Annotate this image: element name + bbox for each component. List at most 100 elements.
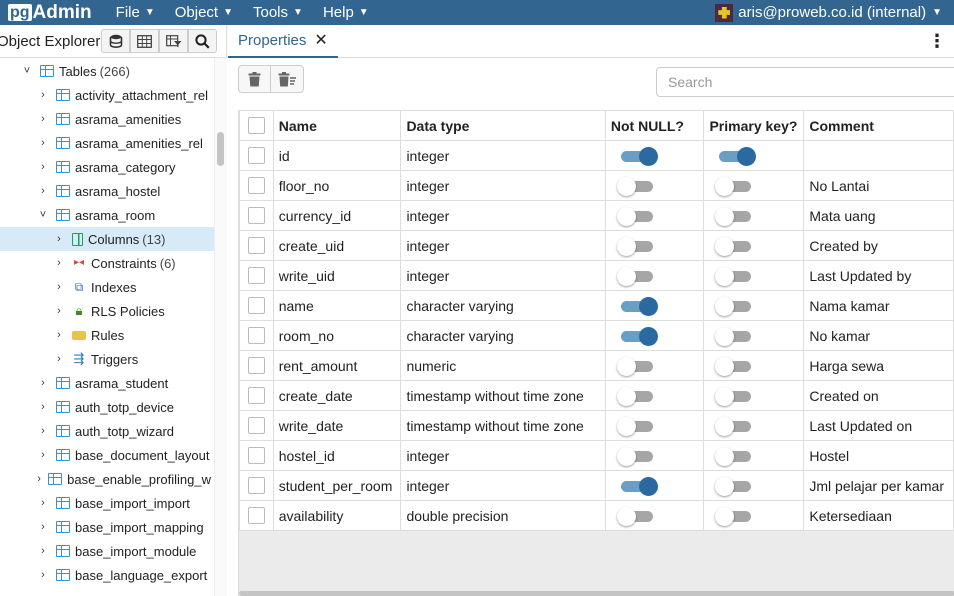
table-row[interactable]: create_date timestamp without time zone Cr… <box>239 380 954 411</box>
row-checkbox[interactable] <box>248 267 265 284</box>
table-row[interactable]: currency_id integer Mata uang <box>239 200 954 231</box>
table-row[interactable]: availability double precision Ketersediaan <box>239 500 954 531</box>
menu-object[interactable]: Object ▼ <box>175 4 233 21</box>
chevron-right-icon[interactable]: › <box>52 281 66 293</box>
chevron-right-icon[interactable]: › <box>52 233 66 245</box>
chevron-right-icon[interactable]: › <box>52 257 66 269</box>
chevron-right-icon[interactable]: › <box>36 449 50 461</box>
tree-item[interactable]: ˅ Tables (266) <box>0 59 214 83</box>
chevron-right-icon[interactable]: › <box>52 329 66 341</box>
menu-file[interactable]: File ▼ <box>116 4 155 21</box>
header-primary-key[interactable]: Primary key? <box>703 110 805 141</box>
chevron-right-icon[interactable]: › <box>36 569 50 581</box>
user-menu[interactable]: aris@proweb.co.id (internal) ▼ <box>715 0 942 25</box>
header-not-null[interactable]: Not NULL? <box>604 110 705 141</box>
row-checkbox[interactable] <box>248 447 265 464</box>
chevron-right-icon[interactable]: › <box>36 545 50 557</box>
primary-key-toggle[interactable] <box>715 325 755 347</box>
row-checkbox[interactable] <box>248 477 265 494</box>
chevron-right-icon[interactable]: › <box>52 353 66 365</box>
close-icon[interactable]: ✕ <box>314 30 327 50</box>
tree-item[interactable]: › base_import_module <box>0 539 214 563</box>
primary-key-toggle[interactable] <box>715 145 757 167</box>
filtered-rows-button[interactable] <box>159 29 188 53</box>
tree-item[interactable]: › base_language_export <box>0 563 214 587</box>
tree-item[interactable]: ˅ asrama_room <box>0 203 214 227</box>
tree-item[interactable]: › auth_totp_device <box>0 395 214 419</box>
row-checkbox[interactable] <box>248 207 265 224</box>
not-null-toggle[interactable] <box>616 385 657 407</box>
menu-tools[interactable]: Tools ▼ <box>253 4 303 21</box>
row-checkbox[interactable] <box>248 237 265 254</box>
chevron-right-icon[interactable]: › <box>36 113 50 125</box>
primary-key-toggle[interactable] <box>715 235 755 257</box>
tree-item[interactable]: › base_enable_profiling_w <box>0 467 214 491</box>
tree-item[interactable]: › auth_totp_wizard <box>0 419 214 443</box>
menu-help[interactable]: Help ▼ <box>323 4 369 21</box>
search-objects-button[interactable] <box>188 29 217 53</box>
table-row[interactable]: id integer <box>239 140 954 171</box>
primary-key-toggle[interactable] <box>715 475 755 497</box>
query-tool-button[interactable] <box>101 29 130 53</box>
not-null-toggle[interactable] <box>616 355 657 377</box>
table-row[interactable]: rent_amount numeric Harga sewa <box>239 350 954 381</box>
table-row[interactable]: write_uid integer Last Updated by <box>239 260 954 291</box>
not-null-toggle[interactable] <box>616 175 657 197</box>
tree-item[interactable]: › ▸◂ Constraints (6) <box>0 251 214 275</box>
table-row[interactable]: hostel_id integer Hostel <box>239 440 954 471</box>
primary-key-toggle[interactable] <box>715 445 755 467</box>
chevron-right-icon[interactable]: › <box>36 497 50 509</box>
not-null-toggle[interactable] <box>617 325 658 347</box>
not-null-toggle[interactable] <box>616 205 657 227</box>
not-null-toggle[interactable] <box>616 445 657 467</box>
delete-button[interactable] <box>238 65 271 93</box>
primary-key-toggle[interactable] <box>715 355 755 377</box>
view-data-button[interactable] <box>130 29 159 53</box>
chevron-right-icon[interactable]: › <box>52 305 66 317</box>
tree-scrollbar-thumb[interactable] <box>217 132 224 166</box>
chevron-right-icon[interactable]: › <box>36 425 50 437</box>
more-options-icon[interactable]: ⋮ <box>928 31 946 52</box>
tree-item[interactable]: › asrama_amenities_rel <box>0 131 214 155</box>
header-data-type[interactable]: Data type <box>400 110 606 141</box>
primary-key-toggle[interactable] <box>715 175 755 197</box>
tree-item[interactable]: › asrama_category <box>0 155 214 179</box>
chevron-right-icon[interactable]: › <box>36 89 50 101</box>
primary-key-toggle[interactable] <box>715 295 755 317</box>
not-null-toggle[interactable] <box>616 235 657 257</box>
tree-item[interactable]: › asrama_student <box>0 371 214 395</box>
row-checkbox[interactable] <box>248 297 265 314</box>
tree-item[interactable]: › asrama_hostel <box>0 179 214 203</box>
row-checkbox[interactable] <box>248 507 265 524</box>
table-row[interactable]: name character varying Nama kamar <box>239 290 954 321</box>
tree-item[interactable]: › base_document_layout <box>0 443 214 467</box>
row-checkbox[interactable] <box>248 147 265 164</box>
not-null-toggle[interactable] <box>617 145 658 167</box>
table-row[interactable]: room_no character varying No kamar <box>239 320 954 351</box>
primary-key-toggle[interactable] <box>715 505 755 527</box>
pgadmin-logo[interactable]: pg Admin <box>8 2 92 23</box>
chevron-down-icon[interactable]: ˅ <box>36 209 50 221</box>
search-input[interactable] <box>656 67 954 97</box>
chevron-right-icon[interactable]: › <box>36 401 50 413</box>
tree-item[interactable]: › 🔒︎ RLS Policies <box>0 299 214 323</box>
tree-item[interactable]: › ⇶ Triggers <box>0 347 214 371</box>
tree-item[interactable]: › asrama_amenities <box>0 107 214 131</box>
table-row[interactable]: create_uid integer Created by <box>239 230 954 261</box>
primary-key-toggle[interactable] <box>715 415 755 437</box>
chevron-right-icon[interactable]: › <box>36 473 42 485</box>
chevron-right-icon[interactable]: › <box>36 521 50 533</box>
table-row[interactable]: student_per_room integer Jml pelajar per k… <box>239 470 954 501</box>
tab-properties[interactable]: Properties ✕ <box>228 25 338 58</box>
chevron-right-icon[interactable]: › <box>36 185 50 197</box>
row-checkbox[interactable] <box>248 357 265 374</box>
chevron-right-icon[interactable]: › <box>36 161 50 173</box>
row-checkbox[interactable] <box>248 327 265 344</box>
primary-key-toggle[interactable] <box>715 205 755 227</box>
tree-item[interactable]: › base_import_import <box>0 491 214 515</box>
not-null-toggle[interactable] <box>616 505 657 527</box>
chevron-down-icon[interactable]: ˅ <box>20 65 34 77</box>
primary-key-toggle[interactable] <box>715 385 755 407</box>
not-null-toggle[interactable] <box>616 265 657 287</box>
row-checkbox[interactable] <box>248 417 265 434</box>
